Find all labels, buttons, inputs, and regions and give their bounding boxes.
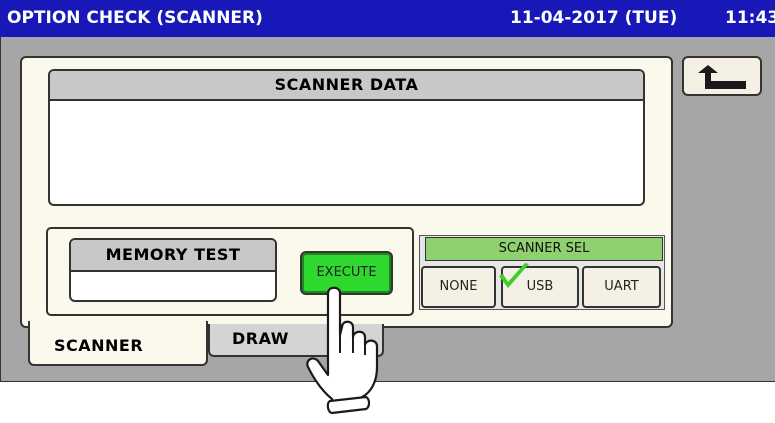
title-bar: OPTION CHECK (SCANNER) 11-04-2017 (TUE) … bbox=[0, 0, 775, 37]
back-button[interactable] bbox=[682, 56, 762, 96]
date-display: 11-04-2017 (TUE) bbox=[510, 8, 678, 28]
scanner-data-box: SCANNER DATA bbox=[48, 69, 645, 206]
memory-test-box: MEMORY TEST bbox=[69, 238, 277, 302]
scanner-data-title: SCANNER DATA bbox=[50, 71, 643, 101]
time-display: 11:43 bbox=[725, 8, 775, 28]
scanner-option-none[interactable]: NONE bbox=[421, 266, 496, 308]
hand-pointer-icon bbox=[306, 286, 379, 415]
check-mark-icon bbox=[499, 263, 529, 288]
memory-test-title: MEMORY TEST bbox=[71, 240, 275, 272]
tab-scanner[interactable]: SCANNER bbox=[28, 321, 208, 366]
back-arrow-icon bbox=[698, 65, 746, 89]
scanner-sel-title: SCANNER SEL bbox=[425, 237, 663, 261]
screen-title: OPTION CHECK (SCANNER) bbox=[7, 8, 263, 28]
scanner-option-uart[interactable]: UART bbox=[582, 266, 661, 308]
